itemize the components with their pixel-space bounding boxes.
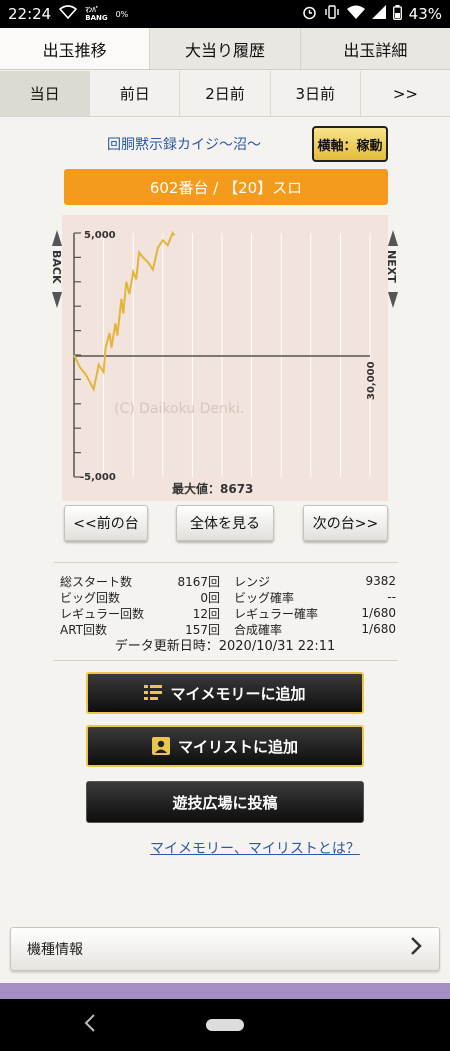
chevron-right-icon: [409, 936, 423, 962]
machine-info-label: 機種情報: [27, 942, 83, 958]
app-badge-bottom: BANG: [85, 14, 108, 22]
main-tabs: 出玉推移 大当り履歴 出玉詳細: [0, 28, 450, 70]
signal-icon: [371, 5, 386, 23]
machine-nav-buttons: <<前の台 全体を見る 次の台>>: [0, 505, 450, 541]
data-usage: 0%: [115, 9, 129, 19]
post-to-plaza-button[interactable]: 遊技広場に投稿: [86, 781, 364, 823]
chart-background: [62, 215, 388, 501]
y-tick-top: 5,000: [84, 230, 116, 241]
wifi-calling-icon: [59, 5, 78, 23]
divider-bottom: [54, 660, 398, 661]
alarm-icon: [302, 5, 317, 24]
stats-row: レギュラー回数 12回 レギュラー確率 1/680: [60, 605, 396, 621]
add-to-my-memory-label: マイメモリーに追加: [170, 684, 306, 703]
next-up-arrow-icon[interactable]: [388, 230, 398, 246]
prev-machine-button[interactable]: <<前の台: [64, 505, 148, 541]
updated-at: データ更新日時：2020/10/31 22:11: [114, 639, 336, 654]
machine-name-link[interactable]: 回胴黙示録カイジ～沼～: [107, 134, 261, 154]
tab-jackpot-history[interactable]: 大当り履歴: [150, 28, 301, 69]
divider-top: [54, 562, 398, 563]
stat-value: 1/680: [361, 606, 396, 620]
clock: 22:24: [8, 5, 52, 23]
stat-value: 1/680: [361, 622, 396, 636]
vibrate-icon: [324, 5, 340, 23]
stat-value: 12回: [192, 606, 220, 621]
tab-more[interactable]: >>: [361, 71, 450, 116]
back-up-arrow-icon[interactable]: [52, 230, 62, 246]
stat-value: --: [387, 590, 396, 604]
add-to-my-list-button[interactable]: マイリストに追加: [86, 725, 364, 767]
axis-toggle-button[interactable]: 横軸：稼動: [312, 126, 388, 162]
tab-yesterday[interactable]: 前日: [90, 71, 181, 116]
tab-payout-detail[interactable]: 出玉詳細: [301, 28, 450, 69]
tab-2-days-ago[interactable]: 2日前: [180, 71, 271, 116]
back-icon[interactable]: [84, 1013, 96, 1038]
battery-level: 43%: [408, 5, 442, 23]
payout-chart: 5,000 -5,000 30,000 (C) Daikoku Denki. 最…: [62, 215, 388, 501]
stat-value: 0回: [200, 590, 220, 605]
stat-label: レンジ: [234, 574, 271, 589]
status-bar: 22:24 ﾏﾝﾊﾞ BANG 0% 43%: [0, 0, 450, 28]
home-pill-icon[interactable]: [206, 1019, 244, 1031]
tab-3-days-ago[interactable]: 3日前: [271, 71, 361, 116]
stat-label: ビッグ確率: [234, 590, 295, 605]
x-tick-end: 30,000: [366, 361, 377, 400]
stats-row: 総スタート数 8167回 レンジ 9382: [60, 573, 396, 589]
next-machine-button[interactable]: 次の台>>: [303, 505, 388, 541]
tab-payout-trend[interactable]: 出玉推移: [0, 28, 151, 69]
stats-row: ビッグ回数 0回 ビッグ確率 --: [60, 589, 396, 605]
back-down-arrow-icon[interactable]: [52, 292, 62, 308]
stat-value: 8167回: [177, 574, 220, 589]
day-tabs: 当日 前日 2日前 3日前 >>: [0, 71, 450, 117]
next-down-arrow-icon[interactable]: [388, 292, 398, 308]
stat-label: ビッグ回数: [60, 590, 121, 605]
chart-watermark: (C) Daikoku Denki.: [114, 401, 244, 417]
app-badge-icon: ﾏﾝﾊﾞ BANG: [85, 6, 107, 22]
add-to-my-list-label: マイリストに追加: [177, 737, 298, 756]
wifi-icon: [346, 5, 365, 23]
memory-list-faq-link[interactable]: マイメモリー、マイリストとは？: [150, 838, 360, 858]
footer-strip: [0, 983, 450, 999]
stat-label: 総スタート数: [60, 574, 133, 589]
stat-value: 9382: [365, 574, 396, 588]
machine-info-row[interactable]: 機種情報: [10, 927, 440, 971]
stats-table: 総スタート数 8167回 レンジ 9382 ビッグ回数 0回 ビッグ確率 -- …: [60, 573, 396, 637]
stat-label: レギュラー確率: [234, 606, 319, 621]
memory-list-icon: [144, 684, 163, 702]
view-all-button[interactable]: 全体を見る: [176, 505, 274, 541]
profile-card-icon: [151, 737, 170, 755]
tab-today[interactable]: 当日: [0, 71, 91, 116]
y-tick-bottom: -5,000: [80, 472, 116, 483]
add-to-my-memory-button[interactable]: マイメモリーに追加: [86, 672, 364, 714]
stat-label: レギュラー回数: [60, 606, 145, 621]
app-badge-top: ﾏﾝﾊﾞ: [85, 6, 100, 14]
machine-banner: 602番台 / 【20】スロ: [64, 169, 388, 205]
max-value-label: 最大値：8673: [172, 481, 253, 496]
battery-icon: [392, 4, 402, 24]
